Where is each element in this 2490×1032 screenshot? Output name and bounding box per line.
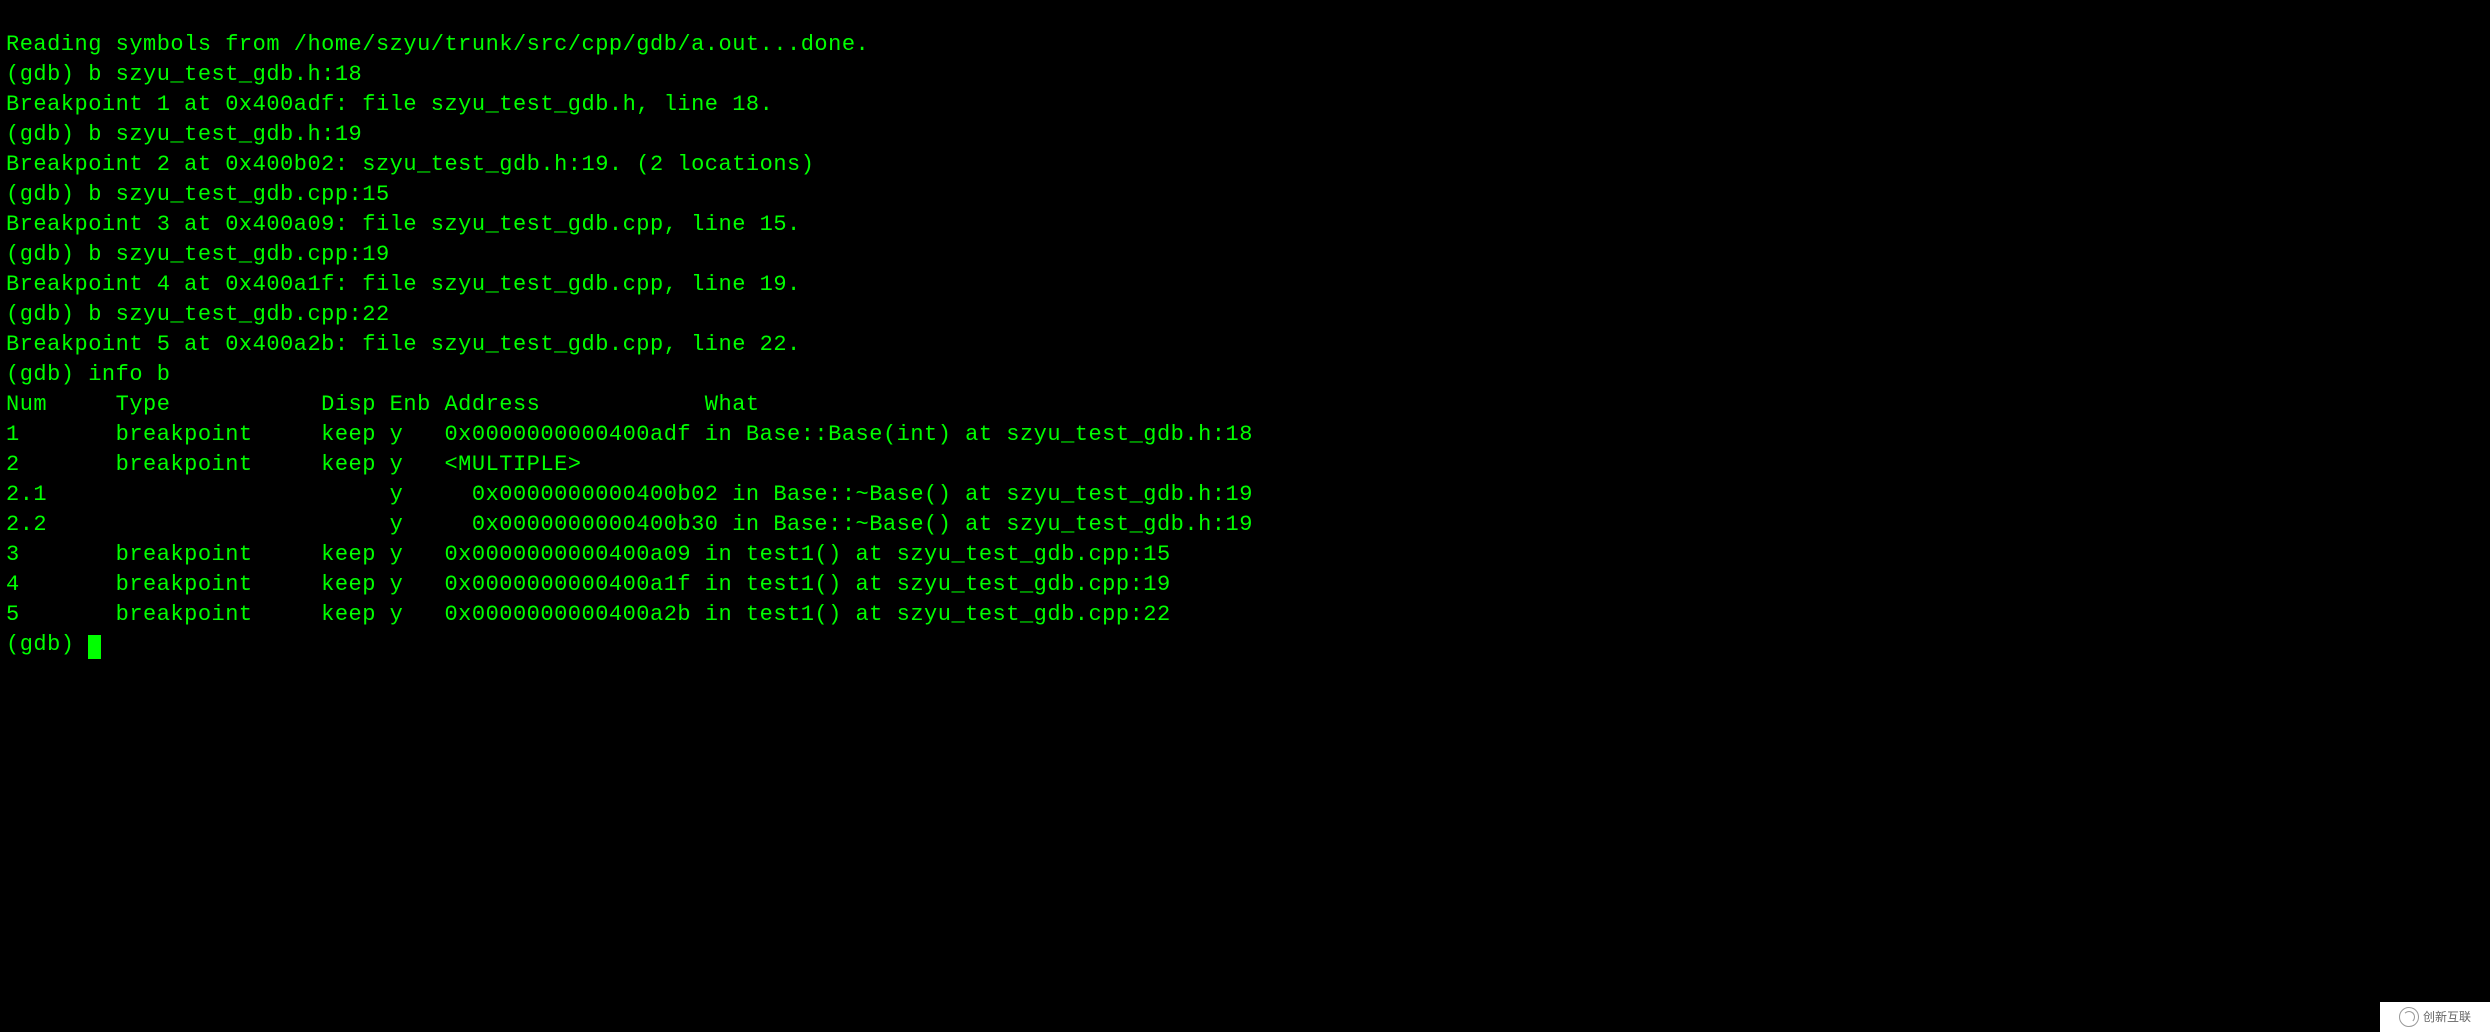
output-line: Num Type Disp Enb Address What bbox=[6, 392, 760, 417]
output-line: 3 breakpoint keep y 0x0000000000400a09 i… bbox=[6, 542, 1171, 567]
output-line: (gdb) b szyu_test_gdb.cpp:15 bbox=[6, 182, 390, 207]
output-line: Breakpoint 2 at 0x400b02: szyu_test_gdb.… bbox=[6, 152, 814, 177]
watermark-badge: 创新互联 bbox=[2380, 1002, 2490, 1032]
output-line: 2 breakpoint keep y <MULTIPLE> bbox=[6, 452, 705, 477]
output-line: (gdb) b szyu_test_gdb.cpp:19 bbox=[6, 242, 390, 267]
cursor-icon bbox=[88, 635, 101, 659]
output-line: Breakpoint 5 at 0x400a2b: file szyu_test… bbox=[6, 332, 801, 357]
output-line: Breakpoint 4 at 0x400a1f: file szyu_test… bbox=[6, 272, 801, 297]
output-line: (gdb) info b bbox=[6, 362, 170, 387]
output-line: 5 breakpoint keep y 0x0000000000400a2b i… bbox=[6, 602, 1171, 627]
output-line: Reading symbols from /home/szyu/trunk/sr… bbox=[6, 32, 869, 57]
output-line: (gdb) b szyu_test_gdb.h:18 bbox=[6, 62, 362, 87]
output-line: Breakpoint 1 at 0x400adf: file szyu_test… bbox=[6, 92, 773, 117]
watermark-text: 创新互联 bbox=[2423, 1002, 2471, 1032]
output-line: 2.1 y 0x0000000000400b02 in Base::~Base(… bbox=[6, 482, 1253, 507]
output-line: Breakpoint 3 at 0x400a09: file szyu_test… bbox=[6, 212, 801, 237]
watermark-logo-icon bbox=[2399, 1007, 2419, 1027]
output-line: 2.2 y 0x0000000000400b30 in Base::~Base(… bbox=[6, 512, 1253, 537]
output-line: 1 breakpoint keep y 0x0000000000400adf i… bbox=[6, 422, 1253, 447]
terminal-output[interactable]: Reading symbols from /home/szyu/trunk/sr… bbox=[0, 0, 2490, 660]
gdb-prompt[interactable]: (gdb) bbox=[6, 632, 88, 657]
output-line: (gdb) b szyu_test_gdb.cpp:22 bbox=[6, 302, 390, 327]
output-line: 4 breakpoint keep y 0x0000000000400a1f i… bbox=[6, 572, 1171, 597]
output-line: (gdb) b szyu_test_gdb.h:19 bbox=[6, 122, 362, 147]
